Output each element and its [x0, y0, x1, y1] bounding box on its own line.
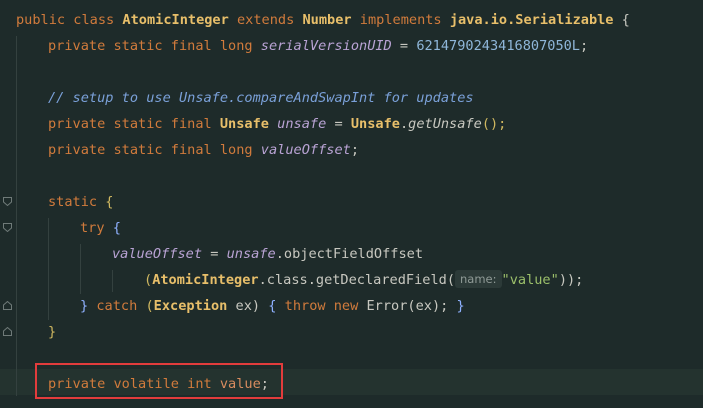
class-name-token: java.io.Serializable [449, 12, 614, 28]
brace-token: } [456, 298, 465, 314]
method-token: .objectFieldOffset [275, 246, 424, 262]
paren-token: ( [145, 298, 154, 314]
keyword-token: throw new [284, 298, 367, 314]
code-line-try[interactable]: try { [80, 215, 121, 241]
method-token: getUnsafe [408, 116, 482, 132]
fold-icon[interactable] [3, 301, 12, 310]
code-line-static-block[interactable]: static { [48, 189, 113, 215]
code-line-value-offset[interactable]: private static final long valueOffset; [48, 137, 359, 163]
method-token: .class.getDeclaredField( [258, 272, 456, 288]
paren-token: ( [144, 272, 153, 288]
punct-token: ; [350, 142, 360, 158]
keyword-token: static [48, 194, 106, 210]
brace-token: { [613, 12, 630, 28]
operator-token: = [202, 246, 227, 262]
highlight-box [35, 363, 283, 399]
keyword-token: private static final [48, 116, 220, 132]
brace-token: { [268, 298, 285, 314]
indent-guide [48, 218, 49, 320]
indent-guide [16, 36, 17, 396]
class-name-token: Unsafe [219, 116, 269, 132]
keyword-token: catch [96, 298, 146, 314]
punct-token: . [399, 116, 409, 132]
fold-icon[interactable] [3, 223, 12, 232]
class-name-token: Error [366, 298, 408, 314]
code-line-comment[interactable]: // setup to use Unsafe.compareAndSwapInt… [48, 85, 474, 111]
field-token: valueOffset [112, 246, 203, 262]
code-line-unsafe-field[interactable]: private static final Unsafe unsafe = Uns… [48, 111, 506, 137]
paren-token: )); [558, 272, 584, 288]
code-line-serial-version[interactable]: private static final long serialVersionU… [48, 33, 588, 59]
argument-token: (ex); [407, 298, 457, 314]
brace-token: } [80, 298, 97, 314]
field-token: serialVersionUID [260, 38, 392, 54]
keyword-token: try [80, 220, 113, 236]
parameter-hint: name: [455, 270, 502, 288]
keyword-token: private static final long [48, 38, 261, 54]
keyword-token: implements [351, 12, 450, 28]
keyword-token: public class [16, 12, 123, 28]
keyword-token: extends [228, 12, 303, 28]
field-token: unsafe [226, 246, 276, 262]
class-name-token: AtomicInteger [122, 12, 229, 28]
paren-token: (); [481, 116, 507, 132]
comment-token: // setup to use Unsafe.compareAndSwapInt… [48, 90, 474, 106]
code-line-assign-offset[interactable]: valueOffset = unsafe.objectFieldOffset [112, 241, 423, 267]
field-token: valueOffset [260, 142, 351, 158]
code-editor[interactable]: public class AtomicInteger extends Numbe… [0, 0, 703, 408]
number-token: 6214790243416807050L [416, 38, 580, 54]
code-line-catch[interactable]: } catch (Exception ex) { throw new Error… [80, 293, 465, 319]
code-line-class-declaration[interactable]: public class AtomicInteger extends Numbe… [16, 7, 630, 33]
indent-guide [80, 244, 81, 294]
code-line-get-declared-field[interactable]: (AtomicInteger.class.getDeclaredField(na… [144, 267, 583, 293]
string-token: "value" [501, 272, 559, 288]
variable-token: ex) [227, 298, 269, 314]
class-name-token: Number [302, 12, 352, 28]
indent-guide [112, 270, 113, 292]
class-name-token: Exception [153, 298, 228, 314]
keyword-token: private static final long [48, 142, 261, 158]
punct-token: ; [580, 38, 589, 54]
code-line-static-close[interactable]: } [48, 319, 56, 345]
fold-icon[interactable] [3, 327, 12, 336]
brace-token: { [105, 194, 114, 210]
class-name-token: Unsafe [350, 116, 400, 132]
field-token: unsafe [277, 116, 327, 132]
operator-token: = [391, 38, 417, 54]
class-name-token: AtomicInteger [152, 272, 259, 288]
operator-token: = [326, 116, 351, 132]
brace-token: } [48, 324, 57, 340]
brace-token: { [112, 220, 121, 236]
fold-icon[interactable] [3, 197, 12, 206]
